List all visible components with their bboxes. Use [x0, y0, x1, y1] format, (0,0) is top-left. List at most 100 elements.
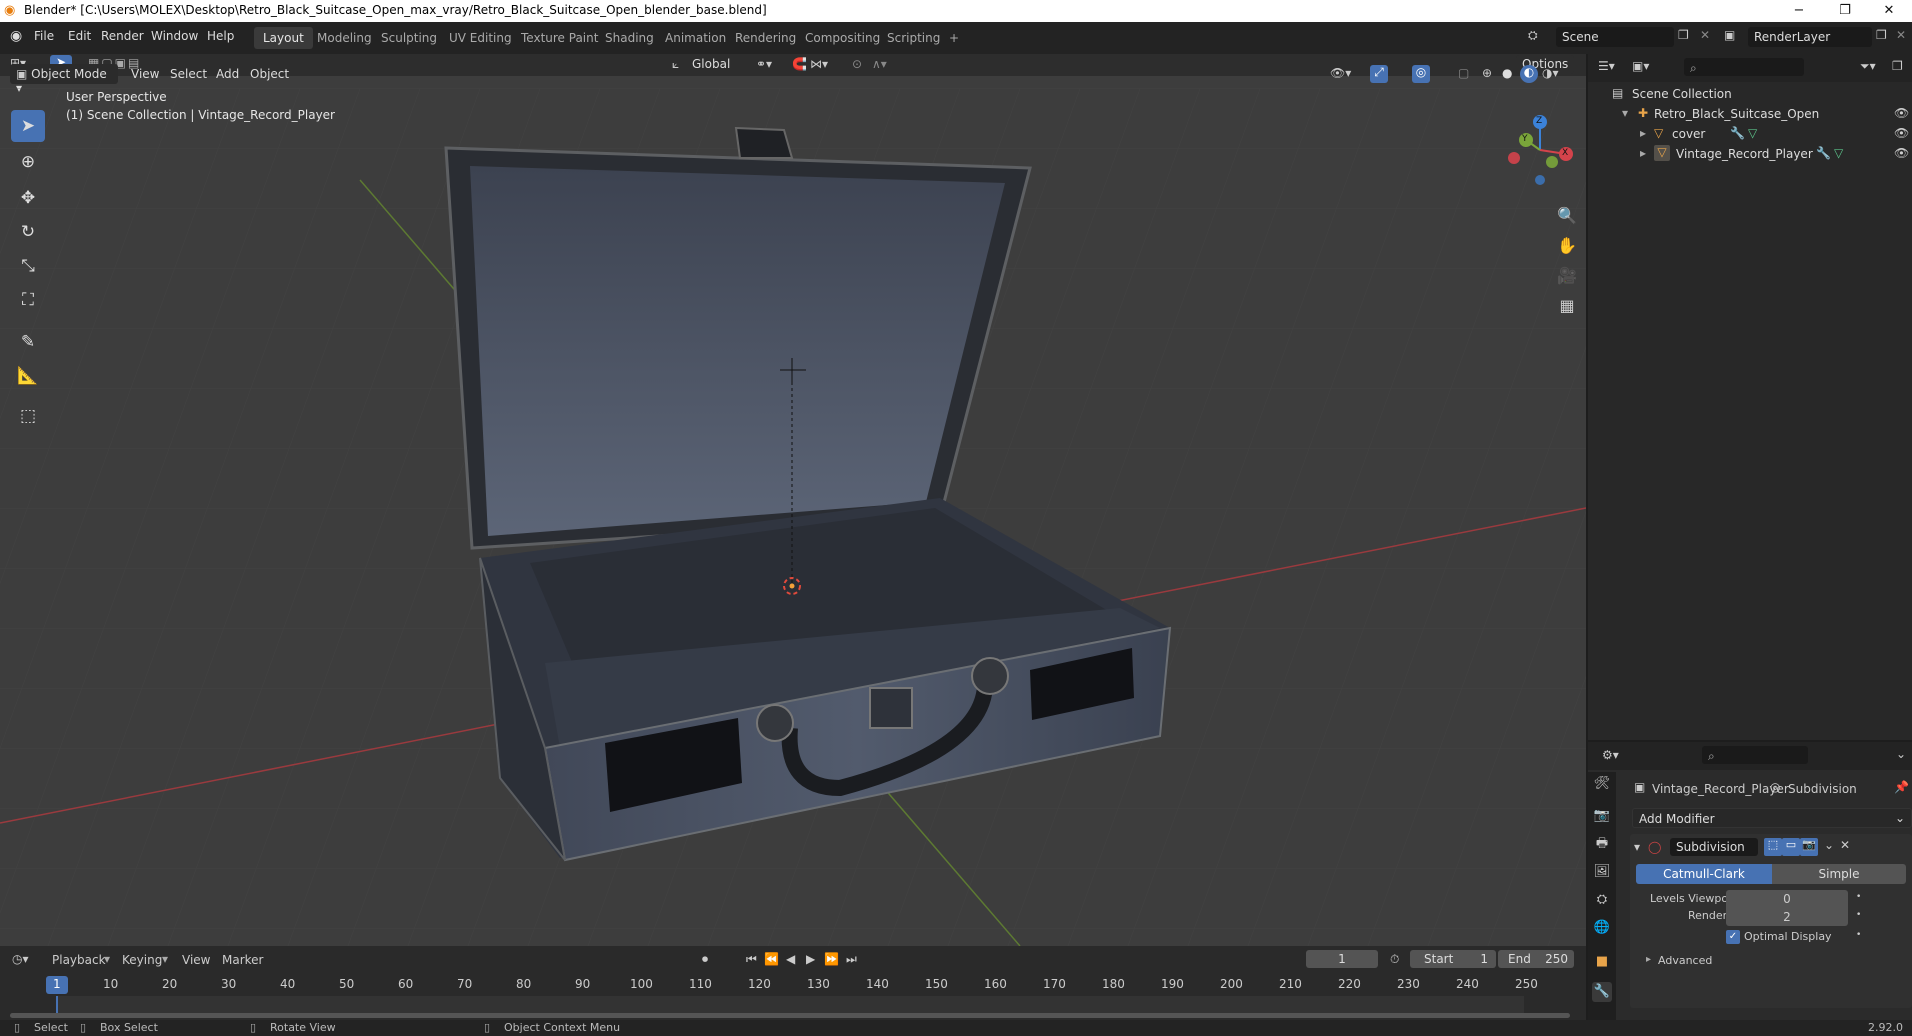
- tool-tab-icon[interactable]: 🛠: [1592, 774, 1612, 794]
- close-button[interactable]: ✕: [1866, 0, 1912, 22]
- pin-icon[interactable]: 📌: [1894, 780, 1909, 794]
- keyframe-dot-icon[interactable]: •: [1856, 892, 1861, 902]
- scale-tool[interactable]: ⤡: [11, 250, 45, 282]
- minimize-button[interactable]: −: [1776, 0, 1822, 22]
- gizmo-toggle-icon[interactable]: ⤢: [1370, 65, 1388, 83]
- world-tab-icon[interactable]: 🌐: [1592, 918, 1612, 938]
- play-icon[interactable]: ▶: [806, 952, 815, 966]
- expand-arrow-icon[interactable]: ▸: [1640, 126, 1646, 140]
- tab-sculpting[interactable]: Sculpting: [372, 27, 446, 49]
- expand-arrow-icon[interactable]: ▾: [1622, 106, 1628, 120]
- tab-modeling[interactable]: Modeling: [308, 27, 381, 49]
- tab-texture-paint[interactable]: Texture Paint: [512, 27, 607, 49]
- remove-modifier-icon[interactable]: ✕: [1840, 838, 1850, 852]
- play-reverse-icon[interactable]: ◀: [786, 952, 795, 966]
- edit-mode-toggle-icon[interactable]: ⬚: [1764, 838, 1782, 856]
- rendered-shading-icon[interactable]: ◑▾: [1542, 66, 1559, 80]
- visibility-icon[interactable]: 👁▾: [1330, 66, 1351, 80]
- modifier-name-input[interactable]: Subdivision: [1670, 838, 1758, 856]
- timeline-menu-view[interactable]: View: [182, 953, 210, 967]
- viewport-menu-select[interactable]: Select: [170, 67, 207, 81]
- eye-icon[interactable]: 👁: [1894, 106, 1909, 120]
- modifier-tab-icon[interactable]: 🔧: [1592, 982, 1612, 1002]
- delete-layer-icon[interactable]: ✕: [1896, 28, 1906, 42]
- levels-viewport-field[interactable]: 0: [1726, 890, 1848, 908]
- properties-search-input[interactable]: ⌕: [1702, 746, 1808, 764]
- menu-file[interactable]: File: [34, 29, 54, 43]
- jump-end-icon[interactable]: ⏭: [846, 952, 857, 967]
- expand-arrow-icon[interactable]: ▸: [1640, 146, 1646, 160]
- toggle-ortho-button[interactable]: ▦: [1554, 292, 1580, 318]
- 3d-viewport[interactable]: ⊞▾ ➤ ▦▢▣▤ ⟀ Global ⚭▾ 🧲 ⋈▾ ⊙ ∧▾ Options …: [0, 54, 1586, 946]
- annotate-tool[interactable]: ✎: [11, 326, 45, 358]
- viewport-toggle-icon[interactable]: ▭: [1782, 838, 1800, 856]
- timeline-menu-keying[interactable]: Keying: [122, 953, 162, 967]
- viewport-menu-add[interactable]: Add: [216, 67, 239, 81]
- delete-scene-icon[interactable]: ✕: [1700, 28, 1710, 42]
- tab-layout[interactable]: Layout: [254, 27, 313, 49]
- maximize-button[interactable]: ❐: [1822, 0, 1868, 22]
- camera-view-button[interactable]: 🎥: [1554, 262, 1580, 288]
- keyframe-dot-icon[interactable]: •: [1856, 930, 1861, 940]
- render-layer-icon[interactable]: ▣: [1724, 28, 1735, 42]
- eye-icon[interactable]: 👁: [1894, 126, 1909, 140]
- current-frame-field[interactable]: 1: [1306, 950, 1378, 968]
- wrench-icon[interactable]: 🔧: [1730, 126, 1745, 140]
- chevron-down-icon[interactable]: ⌄: [1824, 838, 1834, 852]
- add-modifier-dropdown[interactable]: Add Modifier ⌄: [1632, 808, 1912, 828]
- blender-menu-icon[interactable]: ◉: [10, 28, 22, 44]
- advanced-expand-icon[interactable]: ▸: [1646, 954, 1651, 965]
- copy-scene-icon[interactable]: ❐: [1678, 28, 1689, 42]
- display-mode-icon[interactable]: ▣▾: [1632, 59, 1649, 73]
- scene-selector[interactable]: Scene: [1556, 27, 1674, 47]
- outliner-row-suitcase[interactable]: ▾ ✚ Retro_Black_Suitcase_Open 👁: [1588, 104, 1912, 124]
- menu-edit[interactable]: Edit: [68, 29, 91, 43]
- render-levels-field[interactable]: 2: [1726, 908, 1848, 926]
- cursor-tool[interactable]: ⊕: [11, 146, 45, 178]
- jump-start-icon[interactable]: ⏮: [746, 952, 757, 967]
- object-tab-icon[interactable]: ■: [1592, 952, 1612, 972]
- record-icon[interactable]: ⏺: [702, 952, 708, 967]
- viewport-menu-view[interactable]: View: [131, 67, 159, 81]
- measure-tool[interactable]: 📐: [11, 360, 45, 392]
- scene-tab-icon[interactable]: ⛭: [1592, 890, 1612, 910]
- wrench-icon[interactable]: 🔧: [1816, 146, 1831, 160]
- advanced-subpanel-label[interactable]: Advanced: [1658, 954, 1712, 967]
- new-collection-icon[interactable]: ❐: [1892, 59, 1903, 73]
- outliner-row-record-player[interactable]: ▸ ▽ Vintage_Record_Player 🔧 ▽ 👁: [1588, 144, 1912, 164]
- outliner-search-input[interactable]: ⌕: [1684, 58, 1804, 76]
- overlay-toggle-icon[interactable]: ◎: [1412, 65, 1430, 83]
- tab-compositing[interactable]: Compositing: [796, 27, 889, 49]
- tab-animation[interactable]: Animation: [656, 27, 735, 49]
- view-layer-tab-icon[interactable]: 🖼: [1592, 862, 1612, 882]
- solid-shading-icon[interactable]: ●: [1502, 66, 1512, 80]
- timeline-menu-playback[interactable]: Playback: [52, 953, 106, 967]
- render-tab-icon[interactable]: 📷: [1592, 806, 1612, 826]
- pan-view-button[interactable]: ✋: [1554, 232, 1580, 258]
- catmull-clark-button[interactable]: Catmull-Clark: [1636, 864, 1772, 884]
- frame-ruler[interactable]: 1 10 20 30 40 50 60 70 80 90 100 110 120…: [0, 974, 1586, 996]
- timeline-editor-icon[interactable]: ◷▾: [12, 952, 29, 966]
- simple-button[interactable]: Simple: [1772, 864, 1906, 884]
- tab-uv-editing[interactable]: UV Editing: [440, 27, 521, 49]
- tab-scripting[interactable]: Scripting: [878, 27, 949, 49]
- output-tab-icon[interactable]: 🖶: [1592, 834, 1612, 854]
- chevron-down-icon[interactable]: ⌄: [1896, 747, 1906, 761]
- render-layer-selector[interactable]: RenderLayer: [1748, 27, 1872, 47]
- filter-icon[interactable]: ⏷▾: [1860, 59, 1876, 74]
- add-cube-tool[interactable]: ⬚: [11, 400, 45, 432]
- wireframe-shading-icon[interactable]: ⊕: [1482, 66, 1492, 80]
- move-tool[interactable]: ✥: [11, 182, 45, 214]
- outliner-row-cover[interactable]: ▸ ▽ cover 🔧 ▽ 👁: [1588, 124, 1912, 144]
- zoom-view-button[interactable]: 🔍: [1554, 202, 1580, 228]
- keyframe-dot-icon[interactable]: •: [1856, 910, 1861, 920]
- copy-layer-icon[interactable]: ❐: [1876, 28, 1887, 42]
- xray-icon[interactable]: ▢: [1458, 66, 1469, 80]
- timeline-menu-marker[interactable]: Marker: [222, 953, 263, 967]
- mesh-data-icon[interactable]: ▽: [1748, 126, 1757, 140]
- prev-keyframe-icon[interactable]: ⏪: [764, 952, 779, 966]
- collapse-arrow-icon[interactable]: ▾: [1634, 840, 1640, 854]
- menu-help[interactable]: Help: [207, 29, 234, 43]
- timeline-scrollbar[interactable]: [10, 1013, 1570, 1018]
- next-keyframe-icon[interactable]: ⏩: [824, 952, 839, 966]
